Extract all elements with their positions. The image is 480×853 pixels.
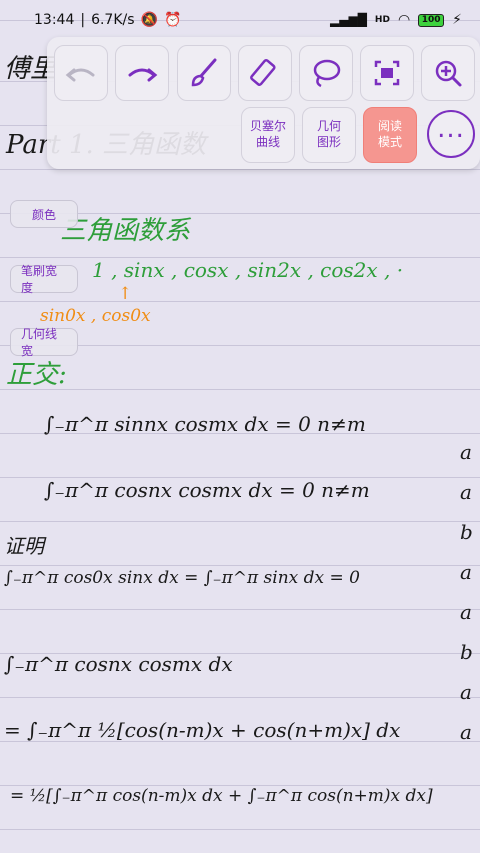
reading-mode-button[interactable]: 阅读 模式 bbox=[363, 107, 417, 163]
eraser-button[interactable] bbox=[238, 45, 292, 101]
geometry-label: 几何 图形 bbox=[317, 119, 341, 150]
section-heading: 三角函数系 bbox=[60, 216, 191, 246]
reading-label: 阅读 模式 bbox=[378, 119, 402, 150]
redo-button[interactable] bbox=[115, 45, 169, 101]
hd-badge: HD bbox=[374, 15, 390, 25]
undo-icon bbox=[65, 68, 95, 82]
zoom-in-icon bbox=[435, 60, 462, 87]
margin-letter: a bbox=[460, 440, 472, 464]
bezier-label-line1: 贝塞尔 bbox=[249, 119, 286, 134]
geometry-label-line1: 几何 bbox=[316, 119, 341, 134]
brush-width-button[interactable]: 笔刷宽度 bbox=[10, 264, 78, 295]
charging-icon: ⚡ bbox=[452, 12, 462, 28]
signal-icon: ▂▄▆█ bbox=[330, 13, 367, 27]
right-margin-column: a a b a a b a a bbox=[460, 440, 480, 760]
mute-icon: 🔕 bbox=[140, 12, 158, 28]
equation-5: = ∫₋π^π ½[cos(n-m)x + cos(n+m)x] dx bbox=[4, 718, 401, 742]
zoom-button[interactable] bbox=[421, 45, 475, 101]
margin-letter: a bbox=[460, 600, 472, 624]
proof-label: 证明 bbox=[4, 534, 44, 558]
alarm-icon: ⏰ bbox=[163, 12, 182, 28]
status-time: 13:44 bbox=[34, 12, 75, 28]
equation-1: ∫₋π^π sinnx cosmx dx = 0 n≠m bbox=[44, 412, 366, 436]
margin-letter: b bbox=[460, 640, 473, 664]
screenshot-button[interactable] bbox=[360, 45, 414, 101]
margin-letter: b bbox=[460, 520, 473, 544]
geometry-width-button[interactable]: 几何线宽 bbox=[10, 327, 78, 358]
series-line: 1 , sinx , cosx , sin2x , cos2x , · bbox=[92, 258, 404, 282]
equation-2: ∫₋π^π cosnx cosmx dx = 0 n≠m bbox=[44, 478, 370, 502]
status-bar: 13:44 | 6.7K/s 🔕 ⏰ ▂▄▆█ HD ◠ 100 ⚡ bbox=[0, 0, 480, 40]
margin-letter: a bbox=[460, 680, 472, 704]
eraser-icon bbox=[250, 58, 276, 86]
reading-label-line2: 模式 bbox=[377, 135, 402, 149]
geometry-label-line2: 图形 bbox=[316, 135, 341, 149]
network-speed: 6.7K/s bbox=[91, 12, 135, 28]
more-button[interactable]: ... bbox=[427, 110, 475, 158]
bezier-label-line2: 曲线 bbox=[255, 135, 280, 149]
color-button[interactable]: 颜色 bbox=[10, 200, 78, 228]
equation-3: ∫₋π^π cos0x sinx dx = ∫₋π^π sinx dx = 0 bbox=[4, 568, 360, 588]
battery-icon: 100 bbox=[418, 13, 445, 27]
status-divider: | bbox=[80, 12, 86, 28]
battery-level: 100 bbox=[421, 15, 441, 25]
arrow-icon: ↑ bbox=[118, 284, 133, 304]
margin-letter: a bbox=[460, 480, 472, 504]
bezier-label: 贝塞尔 曲线 bbox=[250, 119, 286, 150]
equation-6: = ½[∫₋π^π cos(n-m)x dx + ∫₋π^π cos(n+m)x… bbox=[10, 786, 433, 806]
lasso-button[interactable] bbox=[299, 45, 353, 101]
geometry-shape-button[interactable]: 几何 图形 bbox=[302, 107, 356, 163]
bezier-curve-button[interactable]: 贝塞尔 曲线 bbox=[241, 107, 295, 163]
more-icon: ... bbox=[437, 114, 465, 144]
undo-button[interactable] bbox=[54, 45, 108, 101]
series-annotation: sin0x , cos0x bbox=[40, 306, 151, 326]
wifi-icon: ◠ bbox=[397, 12, 411, 28]
floating-toolbar: 贝塞尔 曲线 几何 图形 阅读 模式 ... bbox=[47, 37, 480, 169]
status-right: ▂▄▆█ HD ◠ 100 ⚡ bbox=[330, 12, 462, 28]
reading-label-line1: 阅读 bbox=[377, 119, 402, 134]
screenshot-icon bbox=[374, 60, 400, 86]
redo-icon bbox=[128, 68, 158, 82]
margin-letter: a bbox=[460, 560, 472, 584]
orthogonal-label: 正交: bbox=[6, 360, 67, 390]
status-left: 13:44 | 6.7K/s 🔕 ⏰ bbox=[34, 12, 181, 28]
equation-4: ∫₋π^π cosnx cosmx dx bbox=[4, 652, 233, 676]
margin-letter: a bbox=[460, 720, 472, 744]
brush-button[interactable] bbox=[177, 45, 231, 101]
lasso-icon bbox=[313, 59, 341, 88]
brush-icon bbox=[191, 58, 217, 87]
